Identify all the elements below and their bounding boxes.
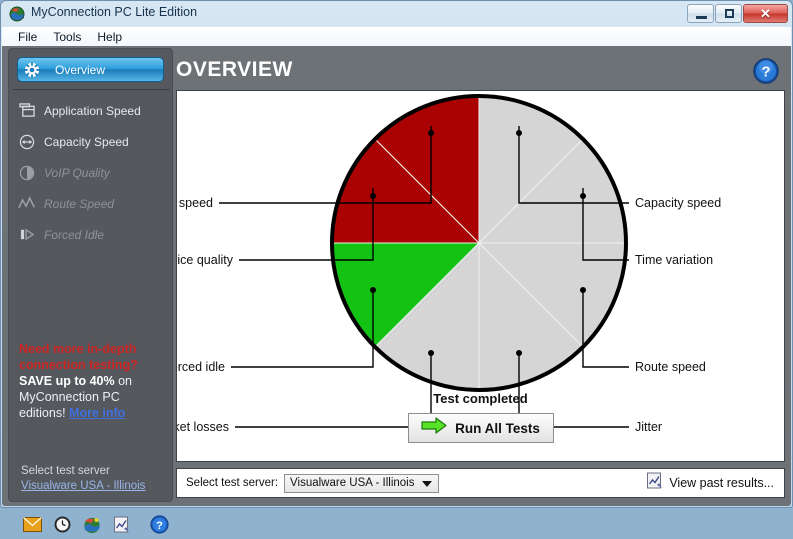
zigzag-icon (17, 195, 37, 213)
report-icon (646, 472, 663, 494)
help-icon[interactable]: ? (753, 58, 779, 89)
menu-tools[interactable]: Tools (45, 29, 89, 45)
pie-leader-dot (370, 193, 376, 199)
app-window: MyConnection PC Lite Edition ✕ File Tool… (0, 0, 793, 534)
status-bar: Select test server: Visualware USA - Ill… (176, 468, 785, 498)
sidebar-nav-list: Application Speed Capacity Speed VoIP Qu… (17, 95, 166, 250)
promo-save: SAVE up to 40% (19, 374, 115, 388)
window-icon (17, 102, 37, 120)
promo-body: SAVE up to 40% on MyConnection PC editio… (19, 373, 169, 421)
view-past-results-button[interactable]: View past results... (646, 472, 774, 494)
app-body: Overview Application Speed Capacity Spee… (2, 46, 791, 534)
pie-leader-dot (428, 350, 434, 356)
maximize-icon (725, 9, 734, 18)
sidebar-divider (13, 89, 170, 90)
sidebar-item-capacity-speed[interactable]: Capacity Speed (17, 126, 166, 157)
menu-bar: File Tools Help (2, 27, 791, 47)
page-title: OVERVIEW (176, 58, 293, 81)
sidebar-item-voip-quality[interactable]: VoIP Quality (17, 157, 166, 188)
pie-slice-label: Jitter (635, 420, 662, 434)
overview-panel: Application speed Capacity speed Service q… (176, 90, 785, 462)
svg-text:?: ? (761, 64, 770, 81)
close-button[interactable]: ✕ (743, 4, 788, 23)
pie-slice-label: TCP forced idle (177, 360, 225, 374)
view-past-results-label: View past results... (669, 476, 774, 490)
sidebar-item-application-speed[interactable]: Application Speed (17, 95, 166, 126)
mail-icon[interactable] (23, 516, 42, 537)
report-icon[interactable] (113, 516, 130, 538)
pie-leader-dot (428, 130, 434, 136)
pie-slice-label: Capacity speed (635, 196, 721, 210)
sidebar-server-link[interactable]: Visualware USA - Illinois (21, 480, 145, 492)
pie-slice-label: Application speed (177, 196, 213, 210)
server-select[interactable]: Visualware USA - Illinois (284, 473, 440, 493)
pie-slice-label: Time variation (635, 253, 713, 267)
run-all-tests-label: Run All Tests (455, 420, 540, 436)
pie-slice-label: Service quality (177, 253, 234, 267)
test-status-text: Test completed (433, 391, 528, 406)
svg-text:?: ? (156, 520, 163, 532)
promo-headline: Need more in-depth connection testing? (19, 342, 138, 372)
clock-icon[interactable] (54, 516, 71, 538)
pie-slice-label: Packet losses (177, 420, 229, 434)
maximize-button[interactable] (715, 4, 742, 23)
run-all-tests-button[interactable]: Run All Tests (407, 413, 554, 443)
green-arrow-icon (421, 417, 447, 439)
sidebar-item-forced-idle[interactable]: Forced Idle (17, 219, 166, 250)
pie-leader-dot (580, 193, 586, 199)
minimize-button[interactable] (687, 4, 714, 23)
pie-leader-dot (580, 287, 586, 293)
sidebar-item-label: Route Speed (44, 196, 115, 211)
globe-icon[interactable] (83, 516, 101, 539)
minimize-icon (696, 16, 707, 19)
sidebar-server-label: Select test server (21, 465, 110, 477)
chevron-down-icon (422, 480, 433, 487)
sidebar: Overview Application Speed Capacity Spee… (8, 48, 173, 534)
half-moon-icon (17, 164, 37, 182)
title-bar: MyConnection PC Lite Edition ✕ (1, 1, 792, 27)
content-area: OVERVIEW ? Application speed Capacity spe… (176, 48, 785, 502)
play-bar-icon (17, 226, 37, 244)
double-arrow-circle-icon (17, 133, 37, 151)
pie-leader-dot (516, 350, 522, 356)
sidebar-item-label: Overview (55, 62, 106, 77)
sidebar-item-overview[interactable]: Overview (17, 57, 164, 82)
pie-slice-label: Route speed (635, 360, 706, 374)
pie-leader-dot (516, 130, 522, 136)
server-select-value: Visualware USA - Illinois (290, 477, 415, 489)
promo-block: Need more in-depth connection testing? S… (19, 341, 169, 421)
close-icon: ✕ (760, 6, 771, 21)
menu-file[interactable]: File (10, 29, 45, 45)
window-title: MyConnection PC Lite Edition (31, 5, 198, 19)
status-server-label: Select test server: (186, 477, 279, 489)
sidebar-item-label: Forced Idle (44, 227, 105, 242)
menu-help[interactable]: Help (89, 29, 130, 45)
sidebar-item-label: Application Speed (44, 103, 141, 118)
pie-leader-dot (370, 287, 376, 293)
sidebar-item-label: VoIP Quality (44, 165, 110, 180)
help-icon[interactable]: ? (150, 515, 169, 539)
sidebar-item-label: Capacity Speed (44, 134, 129, 149)
sidebar-item-route-speed[interactable]: Route Speed (17, 188, 166, 219)
sidebar-tray: ? (23, 515, 169, 539)
more-info-link[interactable]: More info (69, 406, 125, 420)
compass-icon (22, 61, 42, 79)
app-globe-icon (9, 6, 25, 22)
window-controls: ✕ (687, 4, 788, 23)
